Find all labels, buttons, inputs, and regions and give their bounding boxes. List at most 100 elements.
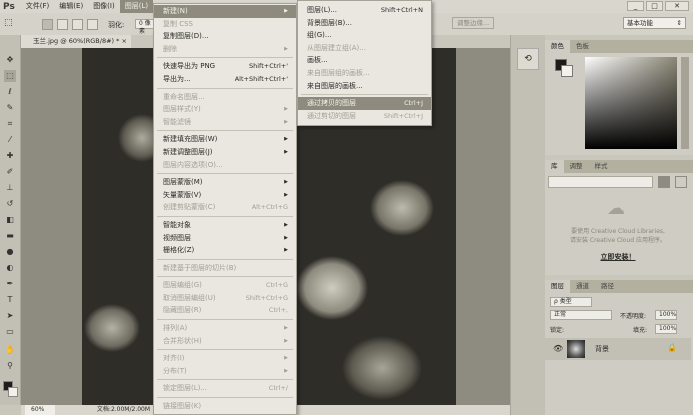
zoom-tool-icon[interactable]: ⚲ — [4, 360, 16, 372]
hue-slider[interactable] — [681, 57, 689, 149]
pen-tool-icon[interactable]: ✒ — [4, 278, 16, 290]
marquee-tool-icon[interactable]: ⬚ — [4, 70, 16, 82]
healing-brush-icon[interactable]: ✚ — [4, 150, 16, 162]
menu-item[interactable]: 视频图层 ▶ — [154, 232, 296, 245]
color-bg-swatch[interactable] — [561, 65, 573, 77]
background-color-swatch[interactable] — [8, 387, 18, 397]
stamp-tool-icon[interactable]: ⊥ — [4, 182, 16, 194]
type-tool-icon[interactable]: T — [4, 294, 16, 306]
menu-item[interactable]: 导出为... Alt+Shift+Ctrl+' — [154, 73, 296, 86]
path-select-icon[interactable]: ➤ — [4, 310, 16, 322]
tab-channels[interactable]: 通道 — [570, 280, 595, 293]
menu-item[interactable]: 画板... — [298, 54, 431, 67]
tab-layers[interactable]: 图层 — [545, 280, 570, 293]
menu-item[interactable]: 栅格化(Z) ▶ — [154, 244, 296, 257]
install-now-link[interactable]: 立即安装！ — [545, 252, 691, 262]
submenu-arrow-icon: ▶ — [284, 247, 288, 254]
fill-input[interactable]: 100% — [655, 324, 677, 334]
menu-item[interactable]: 链接图层(K) — [154, 400, 296, 413]
grid-view-icon[interactable] — [658, 176, 670, 188]
shape-tool-icon[interactable]: ▭ — [4, 326, 16, 338]
history-panel-icon[interactable]: ⟲ — [517, 48, 539, 70]
intersect-selection-icon[interactable] — [87, 19, 98, 30]
menu-item[interactable]: 快速导出为 PNG Shift+Ctrl+' — [154, 60, 296, 73]
dodge-tool-icon[interactable]: ◐ — [4, 262, 16, 274]
tab-swatches[interactable]: 色板 — [570, 40, 595, 53]
menu-item[interactable]: 复制 CSS — [154, 18, 296, 31]
menu-item[interactable]: 锁定图层(L)... Ctrl+/ — [154, 382, 296, 395]
menu-item[interactable]: 复制图层(D)... — [154, 30, 296, 43]
subtract-selection-icon[interactable] — [72, 19, 83, 30]
brush-tool-icon[interactable]: ✐ — [4, 166, 16, 178]
close-button[interactable]: ✕ — [665, 1, 689, 11]
menu-item[interactable]: 取消图层编组(U) Shift+Ctrl+G — [154, 292, 296, 305]
feather-input[interactable]: 0 像素 — [135, 19, 155, 35]
menu-item[interactable]: 创建剪贴蒙版(C) Alt+Ctrl+G — [154, 201, 296, 214]
menu-item[interactable]: 新建基于图层的切片(B) — [154, 262, 296, 275]
add-selection-icon[interactable] — [57, 19, 68, 30]
menu-item-label: 来自图层组的画板... — [307, 68, 370, 77]
menu-edit[interactable]: 编辑(E) — [54, 0, 88, 13]
lasso-tool-icon[interactable]: ℓ — [4, 86, 16, 98]
menu-item[interactable]: 排列(A) ▶ — [154, 322, 296, 335]
menu-item[interactable]: 新建填充图层(W) ▶ — [154, 133, 296, 146]
blend-mode-select[interactable]: 正常 — [550, 310, 612, 320]
menu-item[interactable]: 组(G)... — [298, 29, 431, 42]
menu-item[interactable]: 分布(T) ▶ — [154, 365, 296, 378]
document-tab[interactable]: 玉兰.jpg @ 60%(RGB/8#) * × — [21, 35, 131, 48]
menu-item[interactable]: 合并形状(H) ▶ — [154, 335, 296, 348]
menu-item[interactable]: 智能对象 ▶ — [154, 219, 296, 232]
new-selection-icon[interactable] — [42, 19, 53, 30]
visibility-eye-icon[interactable]: 👁 — [553, 344, 563, 353]
minimize-button[interactable]: _ — [627, 1, 644, 11]
opacity-input[interactable]: 100% — [655, 310, 677, 320]
menu-item[interactable]: 隐藏图层(R) Ctrl+, — [154, 304, 296, 317]
list-view-icon[interactable] — [675, 176, 687, 188]
menu-file[interactable]: 文件(F) — [21, 0, 55, 13]
menu-item[interactable]: 新建(N) ▶ — [154, 5, 296, 18]
menu-item[interactable]: 图层蒙版(M) ▶ — [154, 176, 296, 189]
menu-item[interactable]: 通过拷贝的图层 Ctrl+J — [298, 97, 431, 110]
tab-adjustments[interactable]: 调整 — [564, 160, 589, 173]
refine-edge-button[interactable]: 调整边缘... — [452, 17, 495, 29]
eraser-tool-icon[interactable]: ◧ — [4, 214, 16, 226]
library-select[interactable] — [548, 176, 653, 188]
tab-paths[interactable]: 路径 — [595, 280, 620, 293]
menu-item[interactable]: 来自图层组的画板... — [298, 67, 431, 80]
workspace-select[interactable]: 基本功能 ⇕ — [623, 17, 686, 29]
blur-tool-icon[interactable]: ● — [4, 246, 16, 258]
close-tab-icon[interactable]: × — [121, 37, 126, 45]
menu-item[interactable]: 图层内容选项(O)... — [154, 159, 296, 172]
menu-item[interactable]: 从图层建立组(A)... — [298, 42, 431, 55]
menu-item[interactable]: 图层样式(Y) ▶ — [154, 103, 296, 116]
tab-styles[interactable]: 样式 — [589, 160, 614, 173]
menu-item[interactable]: 智能滤镜 ▶ — [154, 116, 296, 129]
menu-item[interactable]: 重命名图层... — [154, 91, 296, 104]
zoom-level[interactable]: 60% — [25, 405, 55, 415]
gradient-tool-icon[interactable]: ▬ — [4, 230, 16, 242]
menu-item[interactable]: 对齐(I) ▶ — [154, 352, 296, 365]
history-brush-icon[interactable]: ↺ — [4, 198, 16, 210]
crop-tool-icon[interactable]: ⌗ — [4, 118, 16, 130]
move-tool-icon[interactable]: ✥ — [4, 54, 16, 66]
menu-layer[interactable]: 图层(L) — [119, 0, 154, 13]
maximize-button[interactable]: □ — [646, 1, 663, 11]
tab-color[interactable]: 颜色 — [545, 40, 570, 53]
menu-item[interactable]: 来自图层的画板... — [298, 80, 431, 93]
layer-row[interactable]: 👁 背景 🔒 — [545, 338, 691, 360]
menu-item[interactable]: 图层编组(G) Ctrl+G — [154, 279, 296, 292]
hand-tool-icon[interactable]: ✋ — [4, 344, 16, 356]
quick-select-icon[interactable]: ✎ — [4, 102, 16, 114]
menu-image[interactable]: 图像(I) — [88, 0, 120, 13]
color-picker-field[interactable] — [585, 57, 677, 149]
marquee-tool-icon[interactable]: ⬚ — [4, 18, 13, 28]
menu-item[interactable]: 矢量蒙版(V) ▶ — [154, 189, 296, 202]
tab-libraries[interactable]: 库 — [545, 160, 564, 173]
menu-item[interactable]: 通过剪切的图层 Shift+Ctrl+J — [298, 110, 431, 123]
menu-item[interactable]: 图层(L)... Shift+Ctrl+N — [298, 4, 431, 17]
eyedropper-icon[interactable]: ⁄ — [4, 134, 16, 146]
menu-item[interactable]: 新建调整图层(J) ▶ — [154, 146, 296, 159]
menu-item[interactable]: 删除 ▶ — [154, 43, 296, 56]
menu-item[interactable]: 背景图层(B)... — [298, 17, 431, 30]
layer-filter-select[interactable]: ρ 类型 — [550, 297, 592, 307]
